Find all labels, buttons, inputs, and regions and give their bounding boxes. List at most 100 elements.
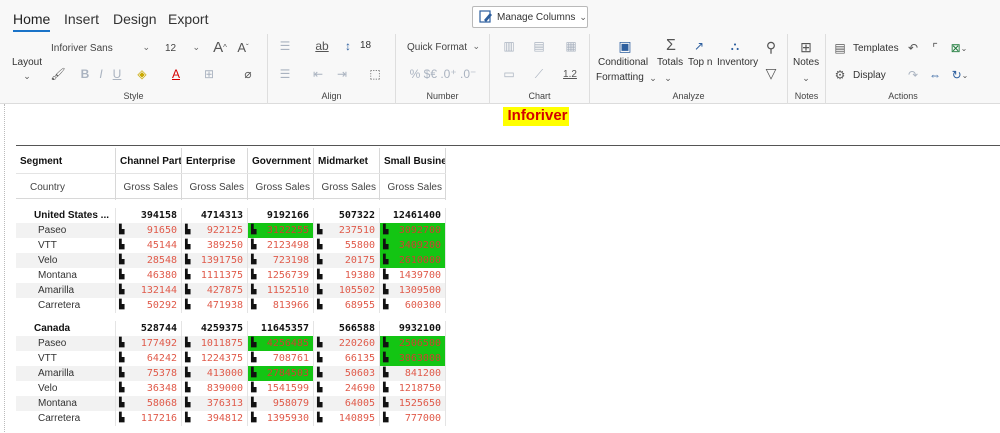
value-cell[interactable]: ▙ 66135 [314, 351, 380, 366]
value-cell[interactable]: ▙ 427875 [182, 283, 248, 298]
chevron-down-icon[interactable]: ⌄ [663, 72, 673, 84]
value-cell[interactable]: ▙ 471938 [182, 298, 248, 313]
indent-increase-icon[interactable]: ⇥ [332, 66, 352, 82]
value-cell[interactable]: ▙ 75378 [116, 366, 182, 381]
value-cell[interactable]: ▙ 177492 [116, 336, 182, 351]
value-cell[interactable]: ▙ 58068 [116, 396, 182, 411]
table-row[interactable]: Paseo ▙ 177492 ▙ 1011875 ▙ 4256485 ▙ 220260 ▙ 2506… [16, 336, 446, 351]
tab-home[interactable]: Home [13, 11, 51, 32]
text-wrap-icon[interactable]: ab [310, 38, 334, 54]
fill-color-icon[interactable]: ◈ [132, 66, 152, 82]
column-header[interactable]: Government [248, 148, 314, 174]
total-cell[interactable]: 394158 [116, 208, 182, 223]
country-label[interactable]: VTT [16, 238, 116, 253]
italic-icon[interactable]: I [94, 66, 108, 82]
measure-header[interactable]: Gross Sales [314, 174, 380, 200]
table-row[interactable]: Carretera ▙ 50292 ▙ 471938 ▙ 813966 ▙ 68955 ▙ 6003… [16, 298, 446, 313]
table-row[interactable]: Carretera ▙ 117216 ▙ 394812 ▙ 1395930 ▙ 140895 ▙ 7… [16, 411, 446, 426]
value-cell[interactable]: ▙ 2784503 [248, 366, 314, 381]
total-cell[interactable]: 11645357 [248, 321, 314, 336]
conditional-formatting-icon[interactable]: ▣ [616, 37, 634, 55]
tab-insert[interactable]: Insert [64, 11, 99, 27]
value-cell[interactable]: ▙ 140895 [314, 411, 380, 426]
value-cell[interactable]: ▙ 2610000 [380, 253, 446, 268]
column-header[interactable]: Channel Partners [116, 148, 182, 174]
column-header[interactable]: Small Business [380, 148, 446, 174]
country-label[interactable]: Paseo [16, 223, 116, 238]
value-cell[interactable]: ▙ 1224375 [182, 351, 248, 366]
line-height-icon[interactable]: ↕ [342, 38, 354, 54]
row-header-segment[interactable]: Segment [16, 148, 116, 174]
table-row[interactable]: Montana ▙ 58068 ▙ 376313 ▙ 958079 ▙ 64005 ▙ 152565… [16, 396, 446, 411]
templates-icon[interactable]: ▤ [832, 40, 848, 56]
borders-icon[interactable]: ⊞ [198, 66, 220, 82]
group-total-row[interactable]: United States ... 394158 4714313 9192166 507… [16, 208, 446, 223]
underline-icon[interactable]: U [110, 66, 124, 82]
value-cell[interactable]: ▙ 28548 [116, 253, 182, 268]
segment-label[interactable]: United States ... [16, 208, 116, 223]
value-cell[interactable]: ▙ 20175 [314, 253, 380, 268]
bar-chart-icon[interactable]: ▥ [496, 38, 522, 54]
country-label[interactable]: Carretera [16, 298, 116, 313]
table-row[interactable]: Amarilla ▙ 75378 ▙ 413000 ▙ 2784503 ▙ 50603 ▙ 8412… [16, 366, 446, 381]
value-cell[interactable]: ▙ 105502 [314, 283, 380, 298]
fit-width-icon[interactable]: ⇔ [926, 67, 944, 83]
value-cell[interactable]: ▙ 723198 [248, 253, 314, 268]
variance-chart-icon[interactable]: ▦ [558, 38, 584, 54]
format-painter-icon[interactable]: 🖌 [50, 66, 66, 82]
excel-export-icon[interactable]: ⊠ ⌄ [946, 40, 972, 56]
formatting-label[interactable]: Formatting [596, 72, 644, 83]
value-cell[interactable]: ▙ 813966 [248, 298, 314, 313]
notes-icon[interactable]: ⊞ [796, 38, 816, 56]
value-cell[interactable]: ▙ 777000 [380, 411, 446, 426]
value-cell[interactable]: ▙ 1152510 [248, 283, 314, 298]
table-row[interactable]: Velo ▙ 28548 ▙ 1391750 ▙ 723198 ▙ 20175 ▙ 2610000 [16, 253, 446, 268]
table-row[interactable]: Amarilla ▙ 132144 ▙ 427875 ▙ 1152510 ▙ 105502 ▙ 13… [16, 283, 446, 298]
align-center-icon[interactable]: ☰ [274, 66, 296, 82]
topn-icon[interactable]: ↗ [690, 37, 708, 55]
segment-label[interactable]: Canada [16, 321, 116, 336]
total-cell[interactable]: 12461400 [380, 208, 446, 223]
value-cell[interactable]: ▙ 2506500 [380, 336, 446, 351]
clear-format-icon[interactable]: ⌀ [236, 66, 260, 82]
layout-label[interactable]: Layout [12, 57, 42, 68]
redo-icon[interactable]: ↷ [904, 67, 922, 83]
chevron-down-icon[interactable]: ⌄ [801, 72, 811, 84]
value-cell[interactable]: ▙ 64242 [116, 351, 182, 366]
value-cell[interactable]: ▙ 600300 [380, 298, 446, 313]
value-cell[interactable]: ▙ 220260 [314, 336, 380, 351]
value-cell[interactable]: ▙ 2123498 [248, 238, 314, 253]
conditional-label[interactable]: Conditional [598, 57, 648, 68]
tab-export[interactable]: Export [168, 11, 208, 27]
value-cell[interactable]: ▙ 1011875 [182, 336, 248, 351]
total-cell[interactable]: 4714313 [182, 208, 248, 223]
value-cell[interactable]: ▙ 376313 [182, 396, 248, 411]
measure-header[interactable]: Gross Sales [380, 174, 446, 200]
chevron-down-icon[interactable]: ⌄ [20, 70, 34, 82]
value-cell[interactable]: ▙ 3122255 [248, 223, 314, 238]
value-cell[interactable]: ▙ 413000 [182, 366, 248, 381]
notes-button-label[interactable]: Notes [793, 57, 819, 68]
display-label[interactable]: Display [853, 70, 886, 81]
font-family-select[interactable]: Inforiver Sans ⌄ [46, 39, 154, 58]
value-cell[interactable]: ▙ 1391750 [182, 253, 248, 268]
value-cell[interactable]: ▙ 3409200 [380, 238, 446, 253]
value-cell[interactable]: ▙ 1525650 [380, 396, 446, 411]
country-label[interactable]: Velo [16, 253, 116, 268]
value-cell[interactable]: ▙ 117216 [116, 411, 182, 426]
decrease-font-icon[interactable]: Aˇ [234, 38, 252, 56]
total-cell[interactable]: 9932100 [380, 321, 446, 336]
value-cell[interactable]: ▙ 1541599 [248, 381, 314, 396]
value-cell[interactable]: ▙ 237510 [314, 223, 380, 238]
value-cell[interactable]: ▙ 50603 [314, 366, 380, 381]
align-left-icon[interactable]: ☰ [274, 38, 296, 54]
measure-header[interactable]: Gross Sales [182, 174, 248, 200]
country-label[interactable]: Carretera [16, 411, 116, 426]
country-label[interactable]: Amarilla [16, 366, 116, 381]
manage-columns-button[interactable]: Manage Columns ⌄ [472, 6, 588, 28]
group-total-row[interactable]: Canada 528744 4259375 11645357 566588 9932100 [16, 321, 446, 336]
indent-decrease-icon[interactable]: ⇤ [308, 66, 328, 82]
value-cell[interactable]: ▙ 922125 [182, 223, 248, 238]
table-row[interactable]: VTT ▙ 45144 ▙ 389250 ▙ 2123498 ▙ 55800 ▙ 3409200 [16, 238, 446, 253]
table-row[interactable]: Velo ▙ 36348 ▙ 839000 ▙ 1541599 ▙ 24690 ▙ 1218750 [16, 381, 446, 396]
